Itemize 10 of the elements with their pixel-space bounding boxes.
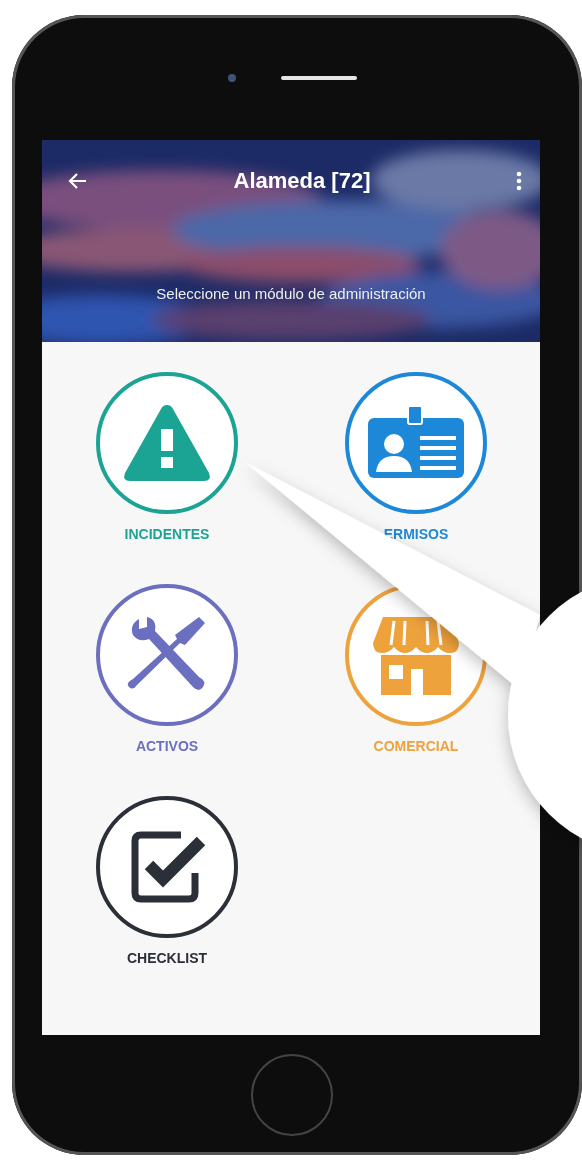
screen-title: Alameda [72] [233, 168, 371, 194]
module-tile[interactable]: INCIDENTES [42, 372, 292, 542]
screen-subtitle: Seleccione un módulo de administración [156, 285, 426, 302]
back-arrow-icon [68, 172, 88, 190]
module-tile[interactable]: ACTIVOS [42, 584, 292, 754]
camera-dot [227, 73, 236, 82]
more-vertical-icon [516, 171, 522, 191]
module-tile[interactable]: ERMISOS [292, 372, 540, 542]
module-tile[interactable]: CHECKLIST [42, 796, 292, 966]
id-card-icon [366, 406, 466, 480]
